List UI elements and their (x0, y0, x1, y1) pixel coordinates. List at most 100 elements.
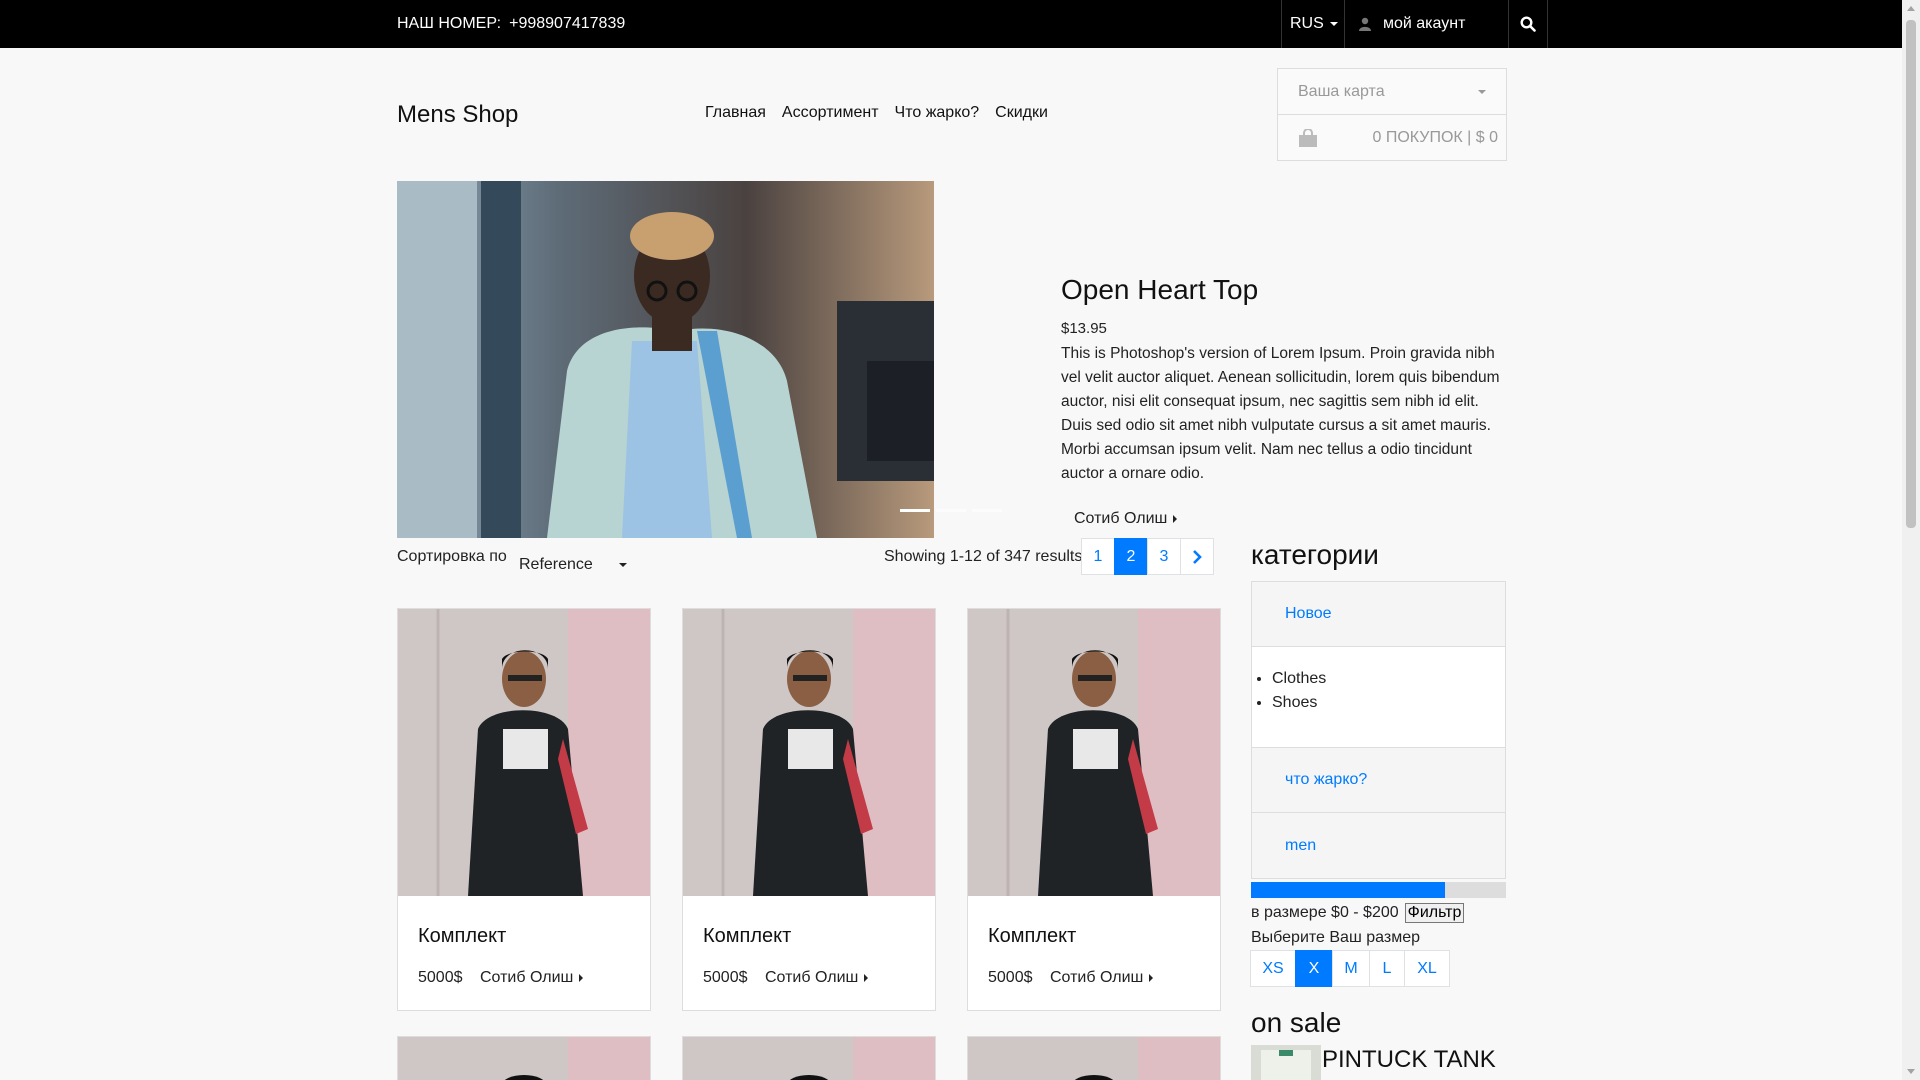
price-range: в размере $0 - $200 Фильтр (1251, 903, 1465, 923)
carousel-dot[interactable] (972, 509, 1002, 512)
caret-right-icon (1149, 973, 1154, 982)
hero-price: $13.95 (1061, 320, 1107, 337)
account-link[interactable]: мой акаунт (1344, 0, 1508, 48)
product-card[interactable] (682, 1036, 936, 1080)
on-sale-thumbnail[interactable] (1251, 1045, 1321, 1080)
carousel-indicators (900, 509, 1002, 512)
page-scrollbar[interactable] (1902, 0, 1920, 1080)
caret-down-icon (619, 563, 627, 567)
product-card[interactable]: Комплект 5000$ Сотиб Олиш (682, 608, 936, 1011)
product-buy-button[interactable]: Сотиб Олиш (480, 969, 584, 987)
product-buy-label: Сотиб Олиш (765, 969, 859, 986)
product-buy-button[interactable]: Сотиб Олиш (765, 969, 869, 987)
cart-widget: Ваша карта 0 ПОКУПОК | $ 0 (1277, 68, 1507, 161)
on-sale-item-name[interactable]: PINTUCK TANK (1322, 1046, 1496, 1074)
caret-down-icon (1329, 22, 1338, 26)
carousel-dot[interactable] (936, 509, 966, 512)
nav-item-hot[interactable]: Что жарко? (895, 104, 980, 122)
page-next-button[interactable] (1180, 538, 1214, 575)
category-hot[interactable]: что жарко? (1252, 748, 1505, 813)
top-bar: НАШ НОМЕР: +998907417839 RUS мой акаунт (0, 0, 1902, 48)
product-price: 5000$ (418, 969, 463, 986)
sort-value: Reference (519, 556, 593, 573)
size-option-m[interactable]: M (1332, 950, 1370, 987)
product-price: 5000$ (703, 969, 748, 986)
category-sublist: Clothes Shoes (1252, 647, 1505, 748)
hero-image (397, 181, 934, 538)
caret-right-icon (579, 973, 584, 982)
account-label: мой акаунт (1383, 15, 1466, 32)
phone-info: НАШ НОМЕР: +998907417839 (397, 15, 625, 33)
price-range-text: в размере $0 - $200 (1251, 904, 1399, 921)
product-card[interactable] (397, 1036, 651, 1080)
product-image[interactable] (968, 1037, 1220, 1080)
product-buy-button[interactable]: Сотиб Олиш (1050, 969, 1154, 987)
nav-item-sale[interactable]: Скидки (995, 104, 1048, 122)
on-sale-item[interactable]: PINTUCK TANK (1251, 1045, 1496, 1080)
hero-buy-button[interactable]: Сотиб Олиш (1074, 510, 1178, 528)
hero-title: Open Heart Top (1061, 274, 1259, 305)
product-card[interactable]: Комплект 5000$ Сотиб Олиш (967, 608, 1221, 1011)
main-nav: Главная Ассортимент Что жарко? Скидки (705, 104, 1048, 122)
categories-title: категории (1251, 539, 1379, 570)
carousel-dot[interactable] (900, 509, 930, 512)
cart-summary[interactable]: 0 ПОКУПОК | $ 0 (1278, 115, 1506, 160)
category-new[interactable]: Новое (1252, 582, 1505, 647)
brand-logo[interactable]: Mens Shop (397, 101, 518, 129)
category-hot-label: что жарко? (1285, 771, 1368, 788)
product-card[interactable]: Комплект 5000$ Сотиб Олиш (397, 608, 651, 1011)
cart-placeholder: Ваша карта (1298, 82, 1385, 100)
nav-item-home[interactable]: Главная (705, 104, 766, 122)
top-bar-actions: RUS мой акаунт (1281, 0, 1548, 48)
caret-right-icon (1173, 514, 1178, 523)
category-men[interactable]: men (1252, 813, 1505, 878)
category-item-clothes[interactable]: Clothes (1272, 667, 1505, 691)
chevron-right-icon (1193, 549, 1202, 564)
page-link-3[interactable]: 3 (1147, 538, 1181, 575)
scroll-down-icon[interactable] (1907, 1069, 1915, 1074)
price-range-slider[interactable] (1251, 882, 1506, 898)
product-image[interactable] (398, 1037, 650, 1080)
size-option-x[interactable]: X (1295, 950, 1333, 987)
product-name[interactable]: Комплект (703, 925, 791, 948)
cart-dropdown[interactable]: Ваша карта (1278, 69, 1506, 115)
sort-label: Сортировка по (397, 548, 507, 565)
size-selector: XS X M L XL (1250, 950, 1450, 987)
caret-right-icon (864, 973, 869, 982)
category-item-shoes[interactable]: Shoes (1272, 691, 1505, 715)
page-link-2[interactable]: 2 (1114, 538, 1148, 575)
hero-description: This is Photoshop's version of Lorem Ips… (1061, 345, 1500, 482)
on-sale-title: on sale (1251, 1007, 1342, 1038)
language-dropdown[interactable]: RUS (1281, 0, 1344, 48)
product-card[interactable] (967, 1036, 1221, 1080)
scroll-up-icon[interactable] (1907, 6, 1915, 11)
filter-button[interactable]: Фильтр (1404, 903, 1465, 923)
user-icon (1359, 17, 1371, 31)
page-link-1[interactable]: 1 (1081, 538, 1115, 575)
cart-summary-text: 0 ПОКУПОК | $ 0 (1372, 128, 1498, 146)
hero-buy-label: Сотиб Олиш (1074, 510, 1168, 527)
phone-number[interactable]: +998907417839 (509, 15, 625, 32)
size-option-l[interactable]: L (1369, 950, 1405, 987)
size-label: Выберите Ваш размер (1251, 929, 1420, 946)
category-new-label: Новое (1285, 605, 1332, 622)
product-buy-label: Сотиб Олиш (480, 969, 574, 986)
product-name[interactable]: Комплект (988, 925, 1076, 948)
product-image[interactable] (683, 609, 935, 896)
shopping-bag-icon (1299, 128, 1317, 147)
product-buy-label: Сотиб Олиш (1050, 969, 1144, 986)
scrollbar-thumb[interactable] (1906, 20, 1916, 528)
nav-item-catalog[interactable]: Ассортимент (782, 104, 879, 122)
categories-panel: Новое Clothes Shoes что жарко? men (1251, 581, 1506, 879)
search-button[interactable] (1508, 0, 1548, 48)
sort-select[interactable]: Reference (519, 556, 627, 574)
product-image[interactable] (398, 609, 650, 896)
size-option-xl[interactable]: XL (1404, 950, 1450, 987)
product-image[interactable] (968, 609, 1220, 896)
caret-down-icon (1478, 89, 1486, 94)
product-name[interactable]: Комплект (418, 925, 506, 948)
category-men-label: men (1285, 836, 1317, 854)
product-image[interactable] (683, 1037, 935, 1080)
size-option-xs[interactable]: XS (1250, 950, 1296, 987)
results-count: Showing 1-12 of 347 results (884, 548, 1083, 565)
